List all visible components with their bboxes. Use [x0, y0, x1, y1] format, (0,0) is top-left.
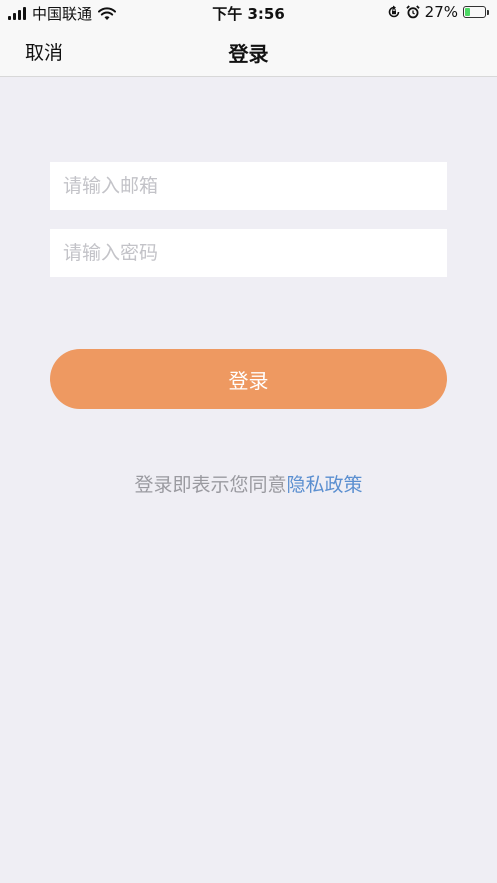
login-button[interactable]: 登录: [50, 349, 447, 409]
alarm-icon: [406, 5, 420, 19]
password-input[interactable]: [50, 229, 447, 277]
navigation-bar: 取消 登录: [0, 26, 497, 77]
privacy-policy-link[interactable]: 隐私政策: [287, 474, 363, 496]
orientation-lock-icon: [388, 5, 399, 18]
email-input[interactable]: [50, 162, 447, 210]
page-title: 登录: [228, 42, 269, 66]
cancel-button[interactable]: 取消: [25, 38, 63, 65]
agreement-text: 登录即表示您同意: [134, 474, 287, 496]
status-bar: 中国联通 下午 3:56 27%: [0, 0, 497, 26]
battery-percent: 27%: [424, 3, 458, 21]
status-right: 27%: [387, 3, 489, 21]
battery-icon: [463, 6, 489, 18]
privacy-agreement: 登录即表示您同意隐私政策: [0, 470, 497, 497]
login-screen: 中国联通 下午 3:56 27% 取消 登录 请输入邮箱 登录 登录即表示您同意…: [0, 0, 497, 883]
